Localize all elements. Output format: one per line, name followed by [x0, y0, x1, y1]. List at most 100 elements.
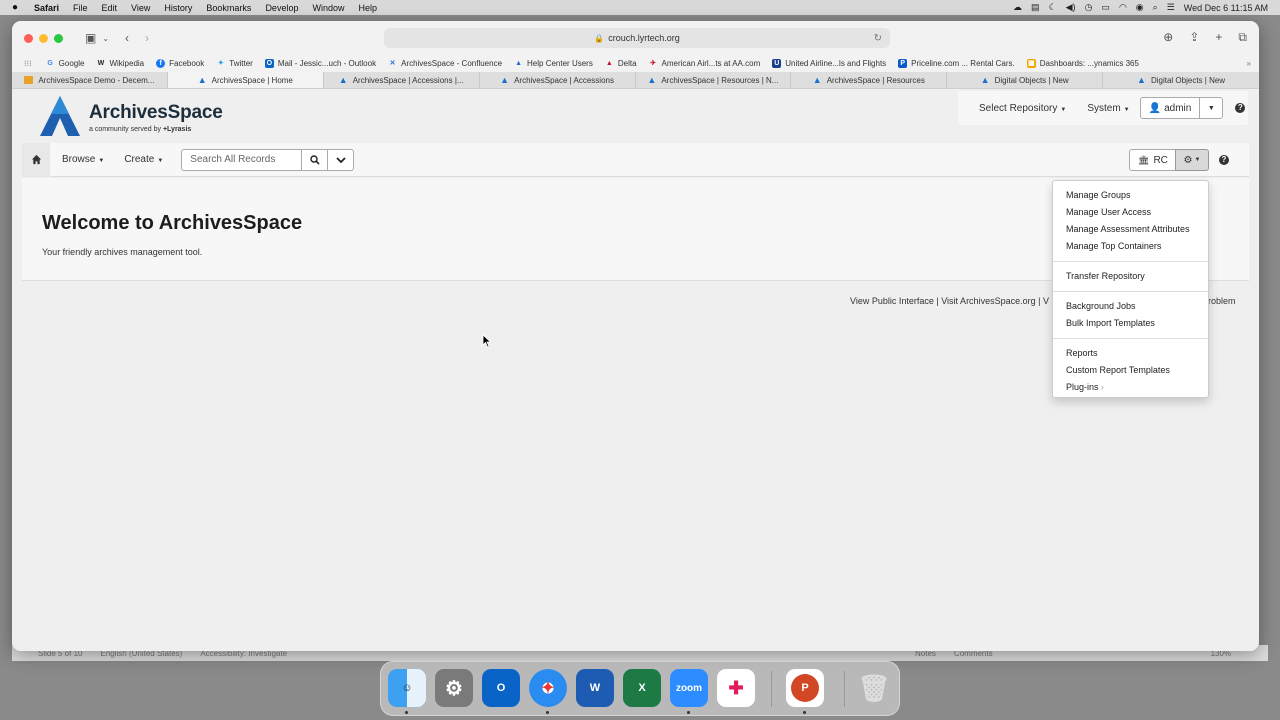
menu-develop[interactable]: Develop	[265, 3, 298, 13]
back-icon[interactable]: ‹	[125, 31, 129, 45]
tab-resources-2[interactable]: ▲ ArchivesSpace | Resources	[791, 72, 948, 88]
favorite-dynamics[interactable]: ▦ Dashboards: ...ynamics 365	[1026, 59, 1139, 68]
tab-accessions-1[interactable]: ▲ ArchivesSpace | Accessions |...	[324, 72, 480, 88]
user-button[interactable]: 👤 admin	[1141, 98, 1201, 118]
zoom-icon[interactable]: zoom	[670, 669, 708, 707]
menu-bookmarks[interactable]: Bookmarks	[206, 3, 251, 13]
search-button[interactable]	[302, 148, 329, 171]
advanced-search-toggle[interactable]	[328, 148, 355, 171]
macos-dock: ☺ ⚙ O ✦ W X zoom ✚ P 🗑	[380, 661, 900, 716]
trash-icon[interactable]: 🗑	[855, 669, 893, 707]
menu-safari[interactable]: Safari	[34, 3, 59, 13]
volume-icon[interactable]: ◀)	[1066, 2, 1076, 13]
repository-button[interactable]: 🏛 RC	[1129, 149, 1177, 171]
browse-dropdown[interactable]: Browse ▼	[62, 154, 104, 165]
reload-icon[interactable]: ↻	[874, 33, 882, 44]
menu-manage-groups[interactable]: Manage Groups	[1053, 187, 1208, 204]
excel-icon[interactable]: X	[623, 669, 661, 707]
favorites-grid-icon[interactable]: ⁝⁝⁝	[24, 59, 32, 68]
menu-plug-ins[interactable]: Plug-ins ›	[1053, 379, 1208, 396]
settings-menu-button[interactable]: ⚙ ▼	[1175, 149, 1209, 171]
menu-divider	[1053, 338, 1208, 339]
favorite-wikipedia[interactable]: W Wikipedia	[96, 59, 145, 68]
control-center-icon[interactable]: ☰	[1167, 2, 1175, 13]
home-button[interactable]	[22, 142, 50, 177]
menu-transfer-repository[interactable]: Transfer Repository	[1053, 268, 1208, 285]
menu-manage-user-access[interactable]: Manage User Access	[1053, 204, 1208, 221]
menu-edit[interactable]: Edit	[102, 3, 118, 13]
system-dropdown[interactable]: System ▼	[1087, 103, 1129, 114]
spotlight-icon[interactable]: ⌕	[1153, 2, 1158, 13]
help-icon[interactable]: ?	[1235, 103, 1246, 113]
favorites-overflow-icon[interactable]: »	[1247, 59, 1251, 68]
menu-window[interactable]: Window	[312, 3, 344, 13]
tab-digital-objects-1[interactable]: ▲ Digital Objects | New	[947, 72, 1104, 88]
sidebar-icon[interactable]: ▣	[85, 31, 96, 45]
sidebar-chevron-icon[interactable]: ⌄	[102, 34, 109, 43]
favorite-outlook-mail[interactable]: O Mail - Jessic...uch - Outlook	[264, 59, 376, 68]
favorite-american-airlines[interactable]: ✈ American Airl...ts at AA.com	[649, 59, 760, 68]
menu-file[interactable]: File	[73, 3, 88, 13]
safari-icon[interactable]: ✦	[529, 669, 567, 707]
cloud-icon[interactable]: ☁	[1013, 2, 1022, 13]
user-menu[interactable]: 👤 admin ▼	[1139, 97, 1224, 119]
page-subtitle: Your friendly archives management tool.	[42, 247, 203, 257]
address-bar[interactable]: 🔒 crouch.lyrtech.org ↻	[384, 28, 890, 48]
favorite-facebook[interactable]: f Facebook	[156, 59, 204, 68]
menu-background-jobs[interactable]: Background Jobs	[1053, 298, 1208, 315]
powerpoint-icon[interactable]: P	[786, 669, 824, 707]
menu-manage-top-containers[interactable]: Manage Top Containers	[1053, 238, 1208, 255]
user-menu-toggle[interactable]: ▼	[1200, 105, 1222, 112]
word-icon[interactable]: W	[576, 669, 614, 707]
tab-overview-icon[interactable]: ⧉	[1238, 30, 1247, 45]
menu-custom-report-templates[interactable]: Custom Report Templates	[1053, 362, 1208, 379]
apple-menu-icon[interactable]: ●	[12, 2, 26, 13]
outlook-icon[interactable]: O	[482, 669, 520, 707]
url-text: crouch.lyrtech.org	[608, 33, 680, 43]
footer-report-problem-link[interactable]: roblem	[1208, 296, 1236, 306]
menu-help[interactable]: Help	[358, 3, 377, 13]
tab-accessions-2[interactable]: ▲ ArchivesSpace | Accessions	[480, 72, 636, 88]
keyboard-icon[interactable]: ▤	[1031, 2, 1040, 13]
tab-digital-objects-2[interactable]: ▲ Digital Objects | New	[1103, 72, 1259, 88]
create-dropdown[interactable]: Create ▼	[124, 154, 163, 165]
search-input[interactable]: Search All Records	[181, 148, 303, 171]
minimize-window-button[interactable]	[39, 33, 48, 43]
tab-archivesspace-home[interactable]: ▲ ArchivesSpace | Home	[167, 72, 324, 88]
favorite-confluence[interactable]: ✕ ArchivesSpace - Confluence	[388, 59, 502, 68]
new-tab-icon[interactable]: +	[1215, 30, 1222, 45]
favorite-priceline[interactable]: P Priceline.com ... Rental Cars.	[898, 59, 1015, 68]
menu-reports[interactable]: Reports	[1053, 345, 1208, 362]
battery-icon[interactable]: ▭	[1101, 2, 1110, 13]
select-repository-dropdown[interactable]: Select Repository ▼	[979, 103, 1066, 114]
favorite-google[interactable]: G Google	[46, 59, 84, 68]
fullscreen-window-button[interactable]	[54, 33, 63, 43]
menu-manage-assessment-attributes[interactable]: Manage Assessment Attributes	[1053, 221, 1208, 238]
close-window-button[interactable]	[24, 33, 33, 43]
browser-toolbar: ▣ ⌄ ‹ › 🔒 crouch.lyrtech.org ↻ ⊕ ⇪ + ⧉	[12, 21, 1259, 55]
footer-links[interactable]: View Public Interface | Visit ArchivesSp…	[850, 296, 1049, 306]
archivesspace-logo[interactable]: ArchivesSpace a community served by +Lyr…	[40, 96, 223, 136]
wifi-icon[interactable]: ◠	[1119, 2, 1127, 13]
top-navigation: Select Repository ▼ System ▼ 👤 admin ▼ ?	[958, 91, 1248, 125]
moon-icon[interactable]: ☾	[1049, 2, 1057, 13]
forward-icon[interactable]: ›	[145, 31, 149, 45]
slack-icon[interactable]: ✚	[717, 669, 755, 707]
menu-view[interactable]: View	[131, 3, 150, 13]
system-settings-icon[interactable]: ⚙	[435, 669, 473, 707]
menubar-clock[interactable]: Wed Dec 6 11:15 AM	[1184, 3, 1268, 13]
tab-resources-1[interactable]: ▲ ArchivesSpace | Resources | N...	[636, 72, 792, 88]
favorite-help-center[interactable]: ▲ Help Center Users	[514, 59, 593, 68]
finder-icon[interactable]: ☺	[388, 669, 426, 707]
favorite-delta[interactable]: ▲ Delta	[605, 59, 637, 68]
share-icon[interactable]: ⇪	[1189, 30, 1199, 45]
help-icon[interactable]: ?	[1219, 155, 1229, 165]
tab-archivesspace-demo[interactable]: ArchivesSpace Demo - Decem...	[12, 72, 168, 88]
menu-bulk-import-templates[interactable]: Bulk Import Templates	[1053, 315, 1208, 332]
favorite-twitter[interactable]: ✦ Twitter	[216, 59, 253, 68]
user-icon[interactable]: ◉	[1136, 2, 1144, 13]
menu-history[interactable]: History	[164, 3, 192, 13]
downloads-icon[interactable]: ⊕	[1163, 30, 1173, 45]
time-machine-icon[interactable]: ◷	[1085, 2, 1093, 13]
favorite-united[interactable]: U United Airline...ls and Flights	[772, 59, 886, 68]
